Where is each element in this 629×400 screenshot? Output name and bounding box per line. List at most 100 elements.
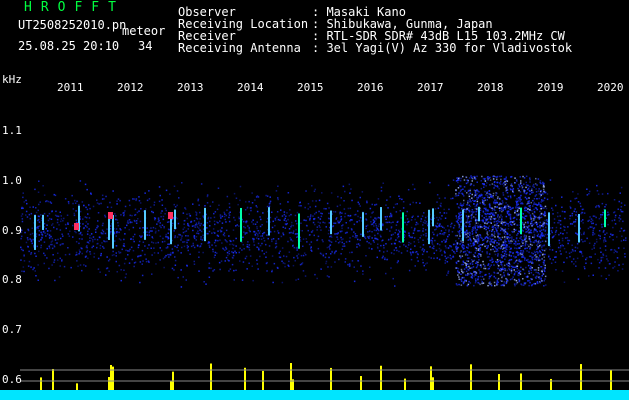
noise-pixel [200,183,203,185]
noise-pixel [159,222,161,224]
noise-pixel [279,250,281,253]
noise-pixel [332,225,335,227]
noise-pixel [104,216,107,218]
noise-pixel [206,222,209,224]
noise-pixel [471,197,473,199]
noise-pixel [228,214,231,216]
noise-pixel [580,212,582,215]
noise-pixel [460,214,463,216]
noise-pixel [195,239,197,241]
noise-pixel [371,248,373,250]
noise-pixel [513,283,516,285]
noise-pixel [507,205,510,208]
noise-pixel [492,197,494,199]
noise-pixel [38,221,41,223]
noise-pixel [465,270,468,273]
noise-pixel [196,226,199,228]
noise-pixel [457,260,459,263]
noise-pixel [299,202,301,204]
noise-pixel [106,206,109,208]
noise-pixel [94,238,96,241]
noise-pixel [386,221,389,224]
noise-pixel [370,243,372,245]
noise-pixel [314,273,316,276]
noise-pixel [589,216,591,218]
noise-pixel [115,215,117,217]
noise-pixel [622,263,624,265]
noise-pixel [533,197,536,200]
noise-pixel [238,225,240,227]
noise-pixel [500,175,503,177]
noise-pixel [533,211,536,214]
noise-pixel [538,277,540,280]
noise-pixel [553,222,556,224]
noise-pixel [488,196,491,199]
noise-pixel [542,224,544,226]
noise-pixel [498,187,500,190]
noise-pixel [232,244,235,246]
noise-pixel [232,239,235,242]
noise-pixel [128,199,131,202]
noise-pixel [429,246,431,248]
noise-pixel [583,212,586,214]
noise-pixel [164,256,166,258]
noise-pixel [601,214,604,216]
noise-pixel [520,250,522,252]
noise-pixel [290,213,292,216]
noise-pixel [508,254,511,256]
noise-pixel [614,250,617,252]
noise-pixel [81,201,84,203]
noise-pixel [502,192,504,194]
noise-pixel [493,250,496,253]
noise-pixel [483,227,486,230]
noise-pixel [479,272,481,275]
noise-pixel [417,215,419,218]
noise-pixel [499,247,502,250]
noise-pixel [169,254,172,256]
noise-pixel [475,236,478,239]
noise-pixel [271,238,273,241]
noise-pixel [60,218,63,220]
noise-pixel [170,252,172,254]
noise-pixel [504,242,507,245]
noise-pixel [386,228,388,230]
noise-pixel [309,206,311,208]
noise-pixel [45,200,47,203]
noise-pixel [533,219,535,221]
noise-pixel [98,203,100,205]
noise-pixel [357,238,359,241]
noise-pixel [422,230,424,232]
noise-pixel [357,243,360,245]
noise-pixel [406,223,408,226]
noise-pixel [101,198,104,200]
noise-pixel [424,216,427,219]
noise-pixel [370,216,372,218]
noise-pixel [543,212,546,215]
noise-pixel [499,202,501,204]
noise-pixel [534,276,537,278]
noise-pixel [191,225,194,227]
noise-pixel [281,215,284,217]
noise-pixel [123,238,125,241]
noise-pixel [333,222,335,224]
noise-pixel [405,245,407,248]
noise-pixel [478,259,480,261]
noise-pixel [65,227,67,230]
noise-pixel [233,216,235,219]
noise-pixel [399,210,402,212]
noise-pixel [232,229,235,231]
noise-pixel [133,265,135,268]
noise-pixel [462,251,465,253]
noise-pixel [257,238,260,240]
noise-pixel [450,197,452,200]
noise-pixel [509,263,511,266]
noise-pixel [537,257,540,259]
noise-pixel [223,215,226,218]
noise-pixel [499,259,501,262]
noise-pixel [296,255,298,257]
noise-pixel [302,245,304,247]
noise-pixel [131,258,133,261]
noise-pixel [295,279,297,281]
noise-pixel [537,178,540,180]
noise-pixel [493,242,495,244]
